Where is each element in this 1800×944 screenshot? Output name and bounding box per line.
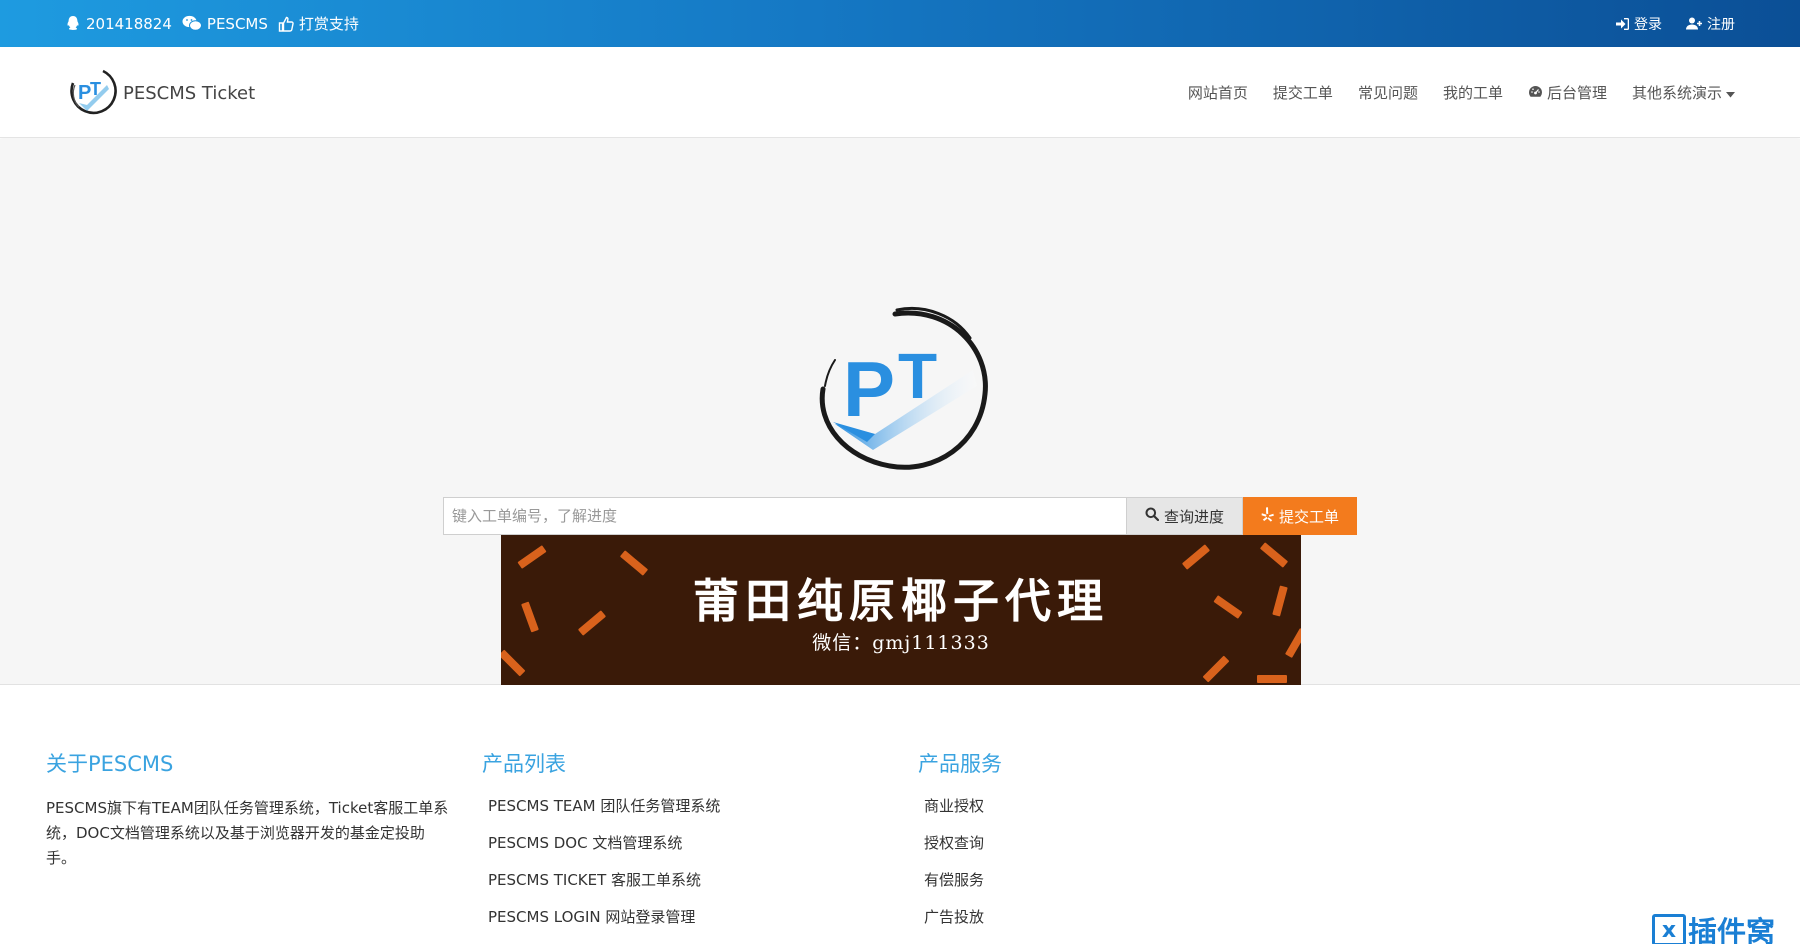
nav-item-label: 提交工单 — [1272, 84, 1333, 102]
footer-product-link[interactable]: PESCMS TICKET 客服工单系统 — [488, 869, 720, 906]
confetti-decoration — [1257, 675, 1287, 683]
nav-item-label: 常见问题 — [1357, 84, 1418, 102]
wechat-icon — [182, 15, 202, 32]
watermark-box: x — [1652, 914, 1686, 944]
nav-item-label: 网站首页 — [1187, 84, 1248, 102]
donate-label: 打赏支持 — [298, 15, 359, 33]
nav-item-label: 我的工单 — [1442, 84, 1503, 102]
ad-title: 莆田纯原椰子代理 — [693, 574, 1109, 628]
thumbs-up-icon — [278, 16, 294, 32]
nav-item-label: 后台管理 — [1546, 84, 1607, 102]
brand-logo-icon: P T — [65, 65, 117, 121]
confetti-decoration — [1202, 655, 1230, 683]
watermark-text: 插件窝 — [1688, 915, 1776, 944]
dashboard-icon — [1528, 84, 1543, 102]
login-link[interactable]: 登录 — [1616, 14, 1662, 34]
wechat-link[interactable]: PESCMS — [182, 15, 268, 33]
qq-number: 201418824 — [86, 14, 172, 33]
nav-item-admin[interactable]: 后台管理 — [1528, 82, 1607, 103]
footer-products-list: PESCMS TEAM 团队任务管理系统 PESCMS DOC 文档管理系统 P… — [488, 795, 720, 943]
qq-link[interactable]: 201418824 — [65, 15, 172, 33]
svg-text:T: T — [898, 340, 937, 412]
brand-name: PESCMS Ticket — [123, 82, 256, 104]
footer-about-text: PESCMS旗下有TEAM团队任务管理系统，Ticket客服工单系统，DOC文档… — [46, 799, 449, 867]
wechat-name: PESCMS — [206, 14, 268, 33]
footer-services-list: 商业授权 授权查询 有偿服务 广告投放 — [924, 795, 984, 943]
footer-product-link[interactable]: PESCMS LOGIN 网站登录管理 — [488, 906, 720, 943]
footer-product-link[interactable]: PESCMS DOC 文档管理系统 — [488, 832, 720, 869]
ticket-search: 查询进度 提交工单 — [443, 497, 1357, 535]
footer-services-title: 产品服务 — [918, 752, 1002, 776]
footer-about-title: 关于PESCMS — [46, 752, 174, 776]
main-navbar: P T PESCMS Ticket 网站首页 提交工单 常见问题 我的工单 后台… — [0, 47, 1800, 138]
submit-ticket-label: 提交工单 — [1278, 507, 1339, 526]
nav-item-my-tickets[interactable]: 我的工单 — [1443, 82, 1503, 103]
ad-subtitle: 微信：gmj111333 — [812, 632, 990, 654]
footer-service-link[interactable]: 授权查询 — [924, 832, 984, 869]
svg-text:T: T — [90, 79, 101, 99]
ticket-number-input[interactable] — [443, 497, 1126, 535]
svg-text:P: P — [843, 345, 895, 433]
hero-section: P T 查询进度 提交工单 莆田纯原椰子代理 微 — [0, 139, 1800, 685]
nav-item-faq[interactable]: 常见问题 — [1358, 82, 1418, 103]
submit-ticket-button[interactable]: 提交工单 — [1243, 497, 1357, 535]
watermark-logo: x 插件窝 — [1652, 909, 1775, 944]
donate-link[interactable]: 打赏支持 — [278, 13, 359, 34]
footer-service-link[interactable]: 广告投放 — [924, 906, 984, 943]
caret-down-icon — [1726, 84, 1735, 102]
main-menu: 网站首页 提交工单 常见问题 我的工单 后台管理 其他系统演示 — [1188, 47, 1735, 138]
yelp-icon — [1261, 506, 1274, 526]
footer-products-title: 产品列表 — [482, 752, 566, 776]
query-progress-label: 查询进度 — [1163, 507, 1224, 526]
nav-item-other-demos[interactable]: 其他系统演示 — [1632, 82, 1735, 103]
nav-item-home[interactable]: 网站首页 — [1188, 82, 1248, 103]
confetti-decoration — [1259, 542, 1289, 568]
sign-in-icon — [1616, 17, 1629, 30]
query-progress-button[interactable]: 查询进度 — [1126, 497, 1243, 535]
top-bar-account: 登录 注册 — [1616, 0, 1735, 47]
brand[interactable]: P T PESCMS Ticket — [65, 65, 255, 121]
qq-icon — [65, 15, 81, 32]
search-icon — [1145, 507, 1160, 525]
footer-service-link[interactable]: 商业授权 — [924, 795, 984, 832]
footer-product-link[interactable]: PESCMS TEAM 团队任务管理系统 — [488, 795, 720, 832]
user-plus-icon — [1686, 17, 1702, 30]
top-bar: 201418824 PESCMS 打赏支持 登录 注册 — [0, 0, 1800, 47]
hero-logo: P T — [805, 294, 995, 478]
nav-item-submit-ticket[interactable]: 提交工单 — [1273, 82, 1333, 103]
login-label: 登录 — [1634, 16, 1662, 33]
nav-item-label: 其他系统演示 — [1631, 84, 1722, 102]
ad-banner[interactable]: 莆田纯原椰子代理 微信：gmj111333 — [501, 535, 1301, 685]
register-link[interactable]: 注册 — [1686, 14, 1735, 34]
register-label: 注册 — [1707, 16, 1735, 33]
footer: 关于PESCMS PESCMS旗下有TEAM团队任务管理系统，Ticket客服工… — [0, 686, 1800, 944]
footer-service-link[interactable]: 有偿服务 — [924, 869, 984, 906]
top-bar-contacts: 201418824 PESCMS 打赏支持 — [65, 0, 359, 47]
